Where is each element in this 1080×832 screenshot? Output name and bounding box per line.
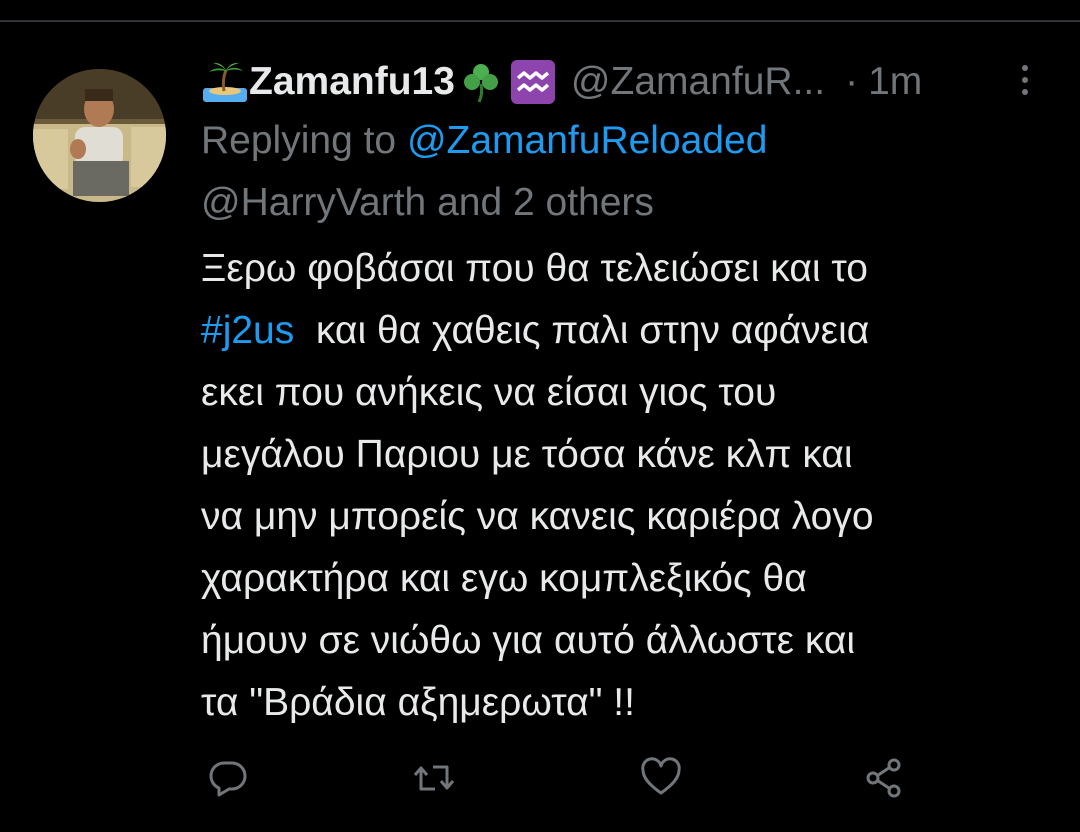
like-icon[interactable] — [638, 755, 684, 801]
tweet-text-line: να μην μπορείς να κανεις καριέρα λογο — [201, 495, 874, 538]
user-handle[interactable]: @ZamanfuR... — [571, 60, 825, 104]
separator-dot: · — [845, 60, 859, 103]
tweet-text-line: εκει που ανήκεις να είσαι γιος του — [201, 371, 777, 414]
tweet-content: Zamanfu13 @ZamanfuR... · 1m Replying to … — [201, 54, 1036, 734]
top-divider — [0, 20, 1080, 22]
tweet-header: Zamanfu13 @ZamanfuR... · 1m — [201, 54, 1036, 110]
mention-link-primary[interactable]: @ZamanfuReloaded — [407, 119, 767, 162]
tweet-text-fragment: και θα χαθεις παλι στην αφάνεια — [294, 309, 870, 352]
shamrock-emoji — [457, 58, 505, 106]
display-name-text: Zamanfu13 — [249, 60, 455, 103]
share-icon[interactable] — [861, 755, 907, 801]
desert-island-emoji — [201, 58, 249, 106]
mention-link-others[interactable]: @HarryVarth and 2 others — [201, 172, 1036, 234]
more-options-icon[interactable] — [1015, 62, 1035, 98]
tweet-text-line: Ξερω φοβάσαι που θα τελειώσει και το — [201, 247, 868, 290]
tweet-actions — [205, 755, 925, 801]
tweet-text-line: τα "Βράδια αξημερωτα" !! — [201, 681, 635, 724]
retweet-icon[interactable] — [411, 755, 457, 801]
replying-to-prefix: Replying to — [201, 119, 407, 162]
replying-to: Replying to @ZamanfuReloaded — [201, 110, 1036, 172]
timestamp[interactable]: 1m — [868, 60, 922, 104]
tweet-text-line: χαρακτήρα και εγω κομπλεξικός θα — [201, 557, 807, 600]
tweet-text: Ξερω φοβάσαι που θα τελειώσει και το #j2u… — [201, 238, 1036, 734]
aquarius-emoji — [509, 58, 557, 106]
avatar[interactable] — [33, 69, 166, 202]
reply-icon[interactable] — [205, 755, 251, 801]
hashtag-link[interactable]: #j2us — [201, 309, 294, 352]
tweet-text-line: μεγάλου Παριου με τόσα κάνε κλπ και — [201, 433, 853, 476]
tweet-text-line: #j2us και θα χαθεις παλι στην αφάνεια — [201, 300, 1036, 362]
tweet-text-line: ήμουν σε νιώθω για αυτό άλλωστε και — [201, 619, 856, 662]
display-name[interactable]: Zamanfu13 — [201, 58, 557, 106]
